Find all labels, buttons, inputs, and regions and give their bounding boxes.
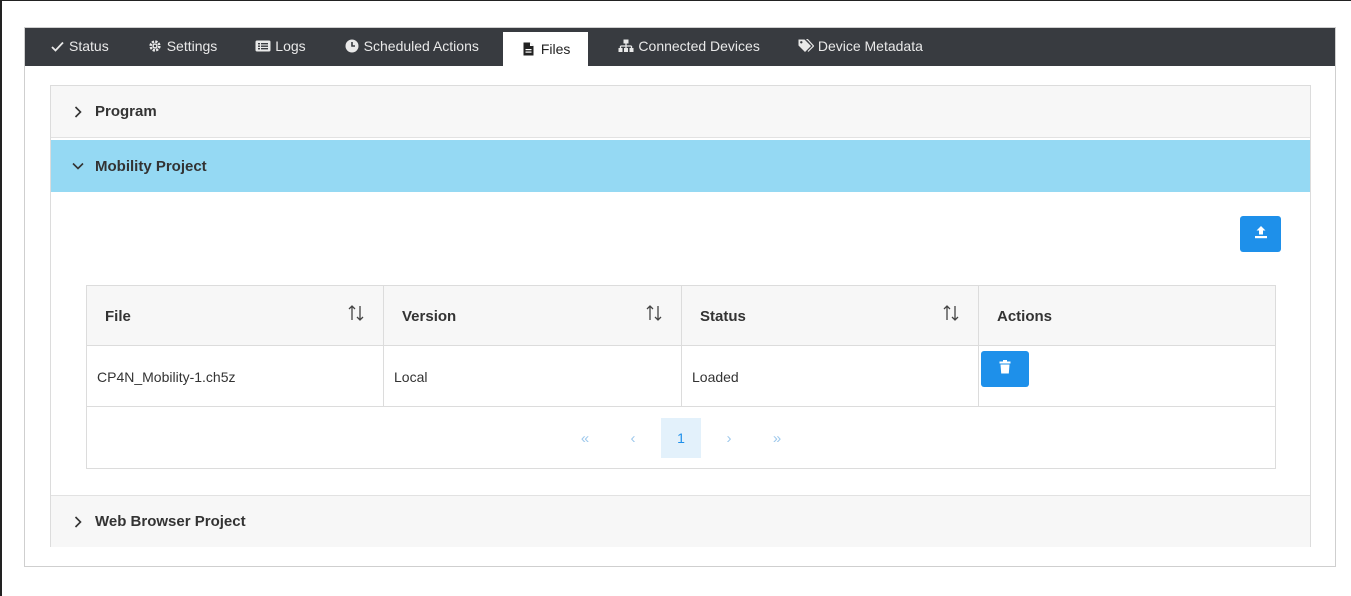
list-icon xyxy=(255,38,271,54)
clock-icon xyxy=(344,38,360,54)
pagination: « ‹ 1 › » xyxy=(87,407,1275,469)
check-icon xyxy=(49,38,65,54)
trash-icon xyxy=(999,360,1011,377)
file-icon xyxy=(521,41,537,57)
tab-label: Logs xyxy=(275,38,306,54)
tab-status[interactable]: Status xyxy=(39,30,119,62)
accordion-header-mobility-project[interactable]: Mobility Project xyxy=(51,140,1310,192)
sitemap-icon xyxy=(618,38,634,54)
files-table: File Version Status Actions CP4N_Mobilit… xyxy=(86,285,1276,469)
chevron-right-icon xyxy=(71,515,85,529)
tab-logs[interactable]: Logs xyxy=(245,30,315,62)
accordion-title: Web Browser Project xyxy=(95,513,246,530)
table-header-row: File Version Status Actions xyxy=(87,286,1275,346)
tab-bar: Status Settings Logs Scheduled Actions F… xyxy=(25,28,1335,66)
column-header-status[interactable]: Status xyxy=(682,286,979,346)
column-header-version[interactable]: Version xyxy=(384,286,682,346)
tab-files[interactable]: Files xyxy=(502,32,589,66)
tab-connected-devices[interactable]: Connected Devices xyxy=(608,30,769,62)
cell-status: Loaded xyxy=(682,346,979,407)
accordion-title: Mobility Project xyxy=(95,157,207,175)
upload-button[interactable] xyxy=(1240,216,1281,252)
sort-icon[interactable] xyxy=(645,304,663,322)
page-number-button[interactable]: 1 xyxy=(661,418,701,458)
last-page-button[interactable]: » xyxy=(757,418,797,458)
gear-icon xyxy=(147,38,163,54)
device-panel: Status Settings Logs Scheduled Actions F… xyxy=(24,27,1336,567)
tab-label: Connected Devices xyxy=(638,38,760,54)
tab-settings[interactable]: Settings xyxy=(137,30,228,62)
chevron-down-icon xyxy=(71,159,85,173)
upload-icon xyxy=(1254,225,1268,244)
cell-version: Local xyxy=(384,346,682,407)
tags-icon xyxy=(798,38,814,54)
window-border-left xyxy=(0,0,2,596)
tab-label: Files xyxy=(540,41,571,57)
accordion-header-web-browser-project[interactable]: Web Browser Project xyxy=(51,495,1310,547)
chevron-right-icon xyxy=(71,105,85,119)
first-page-button[interactable]: « xyxy=(565,418,605,458)
column-header-file[interactable]: File xyxy=(87,286,384,346)
next-page-button[interactable]: › xyxy=(709,418,749,458)
prev-page-button[interactable]: ‹ xyxy=(613,418,653,458)
column-header-actions: Actions xyxy=(997,307,1053,325)
tab-label: Status xyxy=(69,38,109,54)
tab-device-metadata[interactable]: Device Metadata xyxy=(788,30,933,62)
sort-icon[interactable] xyxy=(347,304,365,322)
cell-file: CP4N_Mobility-1.ch5z xyxy=(87,346,384,407)
tab-label: Device Metadata xyxy=(817,38,923,54)
window-border-top xyxy=(0,0,1351,1)
tab-label: Scheduled Actions xyxy=(363,38,479,54)
sort-icon[interactable] xyxy=(942,304,960,322)
tab-label: Settings xyxy=(166,38,218,54)
delete-button[interactable] xyxy=(981,350,1029,387)
tab-scheduled-actions[interactable]: Scheduled Actions xyxy=(334,30,489,62)
accordion-title: Program xyxy=(95,103,157,120)
files-accordion: Program Mobility Project File Version St… xyxy=(50,85,1311,547)
cell-actions xyxy=(979,346,1276,407)
accordion-header-program[interactable]: Program xyxy=(51,86,1310,138)
table-row: CP4N_Mobility-1.ch5z Local Loaded xyxy=(87,346,1275,407)
